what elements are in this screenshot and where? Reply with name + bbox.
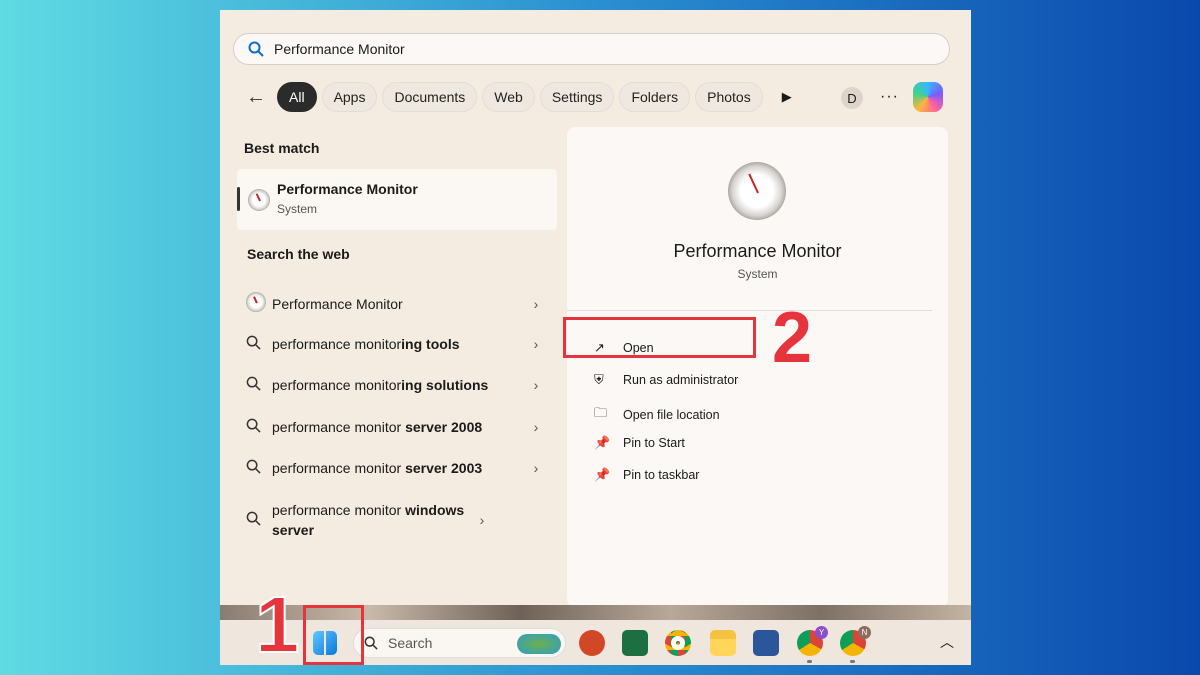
chevron-right-icon[interactable]: › [526, 296, 546, 312]
web-suggestion[interactable]: performance monitor windows server › [246, 500, 546, 540]
taskbar-search[interactable]: Search [353, 628, 566, 658]
search-icon [364, 636, 378, 650]
suggestion-text: performance monitor windows server [272, 500, 472, 540]
web-suggestion[interactable]: Performance Monitor › [246, 292, 546, 315]
filter-folders[interactable]: Folders [619, 82, 691, 112]
details-title: Performance Monitor [673, 241, 842, 261]
annotation-box-start [303, 605, 364, 665]
suggestion-text: performance monitor server 2008 [272, 417, 526, 437]
search-icon [246, 335, 272, 353]
action-label: Pin to taskbar [623, 468, 700, 482]
chrome-icon[interactable] [665, 630, 691, 656]
filter-web[interactable]: Web [482, 82, 535, 112]
suggestion-text: performance monitor server 2003 [272, 458, 526, 478]
powerpoint-icon[interactable] [579, 630, 605, 656]
best-match-subtitle: System [277, 202, 318, 216]
filter-apps[interactable]: Apps [321, 82, 378, 112]
suggestion-bold: ing solutions [401, 377, 489, 393]
web-suggestion[interactable]: performance monitor server 2008 › [246, 417, 546, 437]
folder-icon: 🗀 [594, 405, 608, 420]
annotation-box-open [563, 317, 756, 358]
search-icon [246, 376, 272, 394]
action-pin-to-start[interactable]: 📌 Pin to Start [594, 435, 685, 451]
action-run-as-administrator[interactable]: ⛨ Run as administrator [594, 372, 738, 388]
suggestion-normal: performance monitor [272, 419, 406, 435]
action-label: Open file location [623, 408, 720, 422]
suggestion-text: performance monitoring solutions [272, 375, 526, 395]
web-suggestion[interactable]: performance monitoring solutions › [246, 375, 546, 395]
suggestion-bold: ing tools [401, 336, 460, 352]
pin-icon: 📌 [594, 467, 611, 482]
filter-bar: ← All Apps Documents Web Settings Folder… [240, 82, 792, 112]
suggestion-text: Performance Monitor [272, 294, 526, 314]
performance-monitor-large-icon [728, 162, 786, 220]
search-query[interactable]: Performance Monitor [274, 41, 405, 57]
profile-badge: N [858, 626, 871, 639]
filter-all[interactable]: All [277, 82, 317, 112]
annotation-step-1: 1 [254, 580, 300, 669]
running-indicator [850, 660, 855, 663]
taskbar-search-placeholder: Search [388, 635, 433, 651]
suggestion-normal: performance monitor [272, 460, 406, 476]
excel-icon[interactable] [622, 630, 648, 656]
back-arrow-icon[interactable]: ← [240, 86, 272, 109]
more-options-icon[interactable]: ··· [880, 88, 899, 106]
show-hidden-icons-chevron-icon[interactable]: ︿ [940, 632, 954, 652]
chevron-right-icon[interactable]: › [472, 512, 492, 528]
chevron-right-icon[interactable]: › [526, 460, 546, 476]
action-pin-to-taskbar[interactable]: 📌 Pin to taskbar [594, 467, 699, 483]
pin-icon: 📌 [594, 435, 611, 450]
chevron-right-icon[interactable]: › [526, 377, 546, 393]
search-web-heading: Search the web [247, 246, 350, 262]
details-subtitle: System [737, 267, 778, 281]
best-match-title: Performance Monitor [277, 181, 418, 197]
action-label: Run as administrator [623, 373, 739, 387]
search-highlight-icon [517, 634, 561, 654]
web-suggestion[interactable]: performance monitor server 2003 › [246, 458, 546, 478]
search-icon [246, 418, 272, 436]
action-label: Pin to Start [623, 436, 685, 450]
suggestion-normal: Performance Monitor [272, 295, 403, 312]
annotation-step-2: 2 [772, 298, 813, 378]
shield-icon: ⛨ [594, 372, 604, 387]
web-suggestion[interactable]: performance monitoring tools › [246, 334, 546, 354]
action-open-file-location[interactable]: 🗀 Open file location [594, 404, 720, 426]
suggestion-normal: performance monitor [272, 336, 402, 352]
search-icon [246, 459, 272, 477]
suggestion-text: performance monitoring tools [272, 334, 526, 354]
search-box[interactable]: Performance Monitor [233, 33, 950, 65]
suggestion-normal: performance monitor [272, 377, 402, 393]
details-pane: Performance Monitor System ↗ Open ⛨ Run as … [567, 127, 948, 607]
performance-monitor-icon [248, 189, 270, 211]
chevron-right-icon[interactable]: › [526, 336, 546, 352]
divider [567, 310, 932, 311]
profile-badge: Y [815, 626, 828, 639]
filter-settings[interactable]: Settings [539, 82, 615, 112]
file-explorer-icon[interactable] [710, 630, 736, 656]
more-filters-play-icon[interactable]: ▶ [782, 89, 792, 105]
selection-indicator [237, 187, 240, 211]
chrome-profile-n-icon[interactable]: N [840, 626, 871, 663]
filter-documents[interactable]: Documents [382, 82, 478, 112]
best-match-item[interactable]: Performance Monitor System [237, 169, 557, 230]
copilot-icon[interactable] [913, 82, 943, 112]
best-match-heading: Best match [244, 140, 320, 156]
word-icon[interactable] [753, 630, 779, 656]
search-icon [246, 511, 272, 529]
account-avatar[interactable]: D [841, 87, 863, 109]
suggestion-bold: server 2003 [405, 460, 483, 476]
chevron-right-icon[interactable]: › [526, 419, 546, 435]
app-gauge-icon [246, 292, 272, 315]
suggestion-normal: performance monitor [272, 502, 406, 518]
search-icon [248, 41, 264, 57]
running-indicator [807, 660, 812, 663]
chrome-profile-y-icon[interactable]: Y [797, 626, 828, 663]
filter-photos[interactable]: Photos [695, 82, 763, 112]
suggestion-bold: server 2008 [405, 419, 483, 435]
